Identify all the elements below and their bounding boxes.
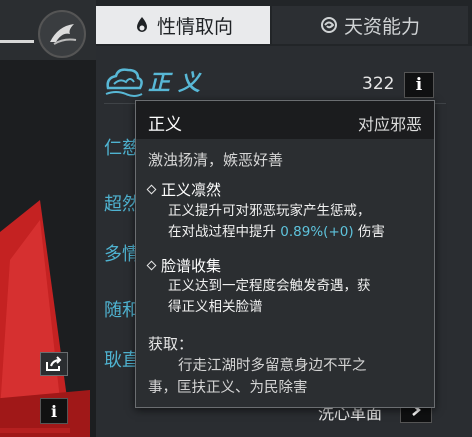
flame-icon	[136, 17, 147, 32]
obtain-line: 事，匡扶正义、为民除害	[148, 380, 308, 396]
section-mask-title: 脸谱收集	[146, 255, 222, 276]
tab-talent[interactable]: 天资能力	[272, 6, 468, 44]
avatar-bird-icon	[50, 24, 77, 45]
divider	[0, 40, 34, 43]
section-righteous-desc: 正义提升可对邪恶玩家产生惩戒， 在对战过程中提升 0.89%(+0) 伤害	[168, 201, 385, 243]
desc-line: 在对战过程中提升 0.89%(+0) 伤害	[168, 222, 385, 243]
share-button[interactable]	[40, 352, 68, 376]
tooltip-subtitle: 对应邪恶	[357, 115, 422, 134]
desc-suffix: 伤害	[353, 224, 385, 240]
desc-line: 正义提升可对邪恶玩家产生惩戒，	[168, 203, 371, 219]
obtain-line: 行走江湖时多留意身边不平之	[178, 358, 367, 374]
damage-bonus-value: 0.89%(+0)	[280, 224, 354, 240]
tooltip-header: 正义 对应邪恶	[136, 101, 434, 139]
tab-disposition[interactable]: 性情取向	[96, 6, 270, 44]
tooltip-title: 正义	[148, 115, 182, 135]
info-button[interactable]: i	[404, 72, 434, 98]
info-button-left[interactable]: i	[40, 398, 68, 424]
section-title: 正义凛然	[161, 181, 222, 199]
diamond-icon	[146, 260, 157, 271]
section-righteous-title: 正义凛然	[146, 179, 222, 200]
health-bar	[0, 428, 70, 433]
header-title: 正义	[104, 64, 208, 98]
desc-line: 正义达到一定程度会触发奇遇，获	[168, 278, 371, 294]
score-value: 322	[362, 74, 395, 94]
obtain-text: 行走江湖时多留意身边不平之 事，匡扶正义、为民除害	[148, 355, 426, 399]
section-title: 脸谱收集	[161, 257, 222, 275]
info-icon: i	[415, 75, 423, 95]
obtain-label: 获取：	[148, 335, 194, 353]
desc-prefix: 在对战过程中提升	[168, 224, 281, 240]
header-title-text: 正义	[148, 70, 209, 96]
diamond-icon	[146, 184, 157, 195]
justice-tooltip: 正义 对应邪恶 激浊扬清，嫉恶好善 正义凛然 正义提升可对邪恶玩家产生惩戒， 在…	[135, 100, 435, 408]
tab-talent-label: 天资能力	[343, 15, 420, 38]
info-icon: i	[50, 401, 58, 421]
tab-disposition-label: 性情取向	[156, 15, 233, 38]
desc-line: 得正义相关脸谱	[168, 299, 263, 315]
avatar[interactable]	[38, 10, 86, 58]
cloud-emblem-icon	[105, 68, 143, 97]
character-panel: i	[0, 0, 96, 437]
tooltip-motto: 激浊扬清，嫉恶好善	[148, 151, 284, 169]
swirl-icon	[320, 17, 337, 33]
share-icon	[46, 356, 62, 371]
section-mask-desc: 正义达到一定程度会触发奇遇，获 得正义相关脸谱	[168, 276, 371, 318]
